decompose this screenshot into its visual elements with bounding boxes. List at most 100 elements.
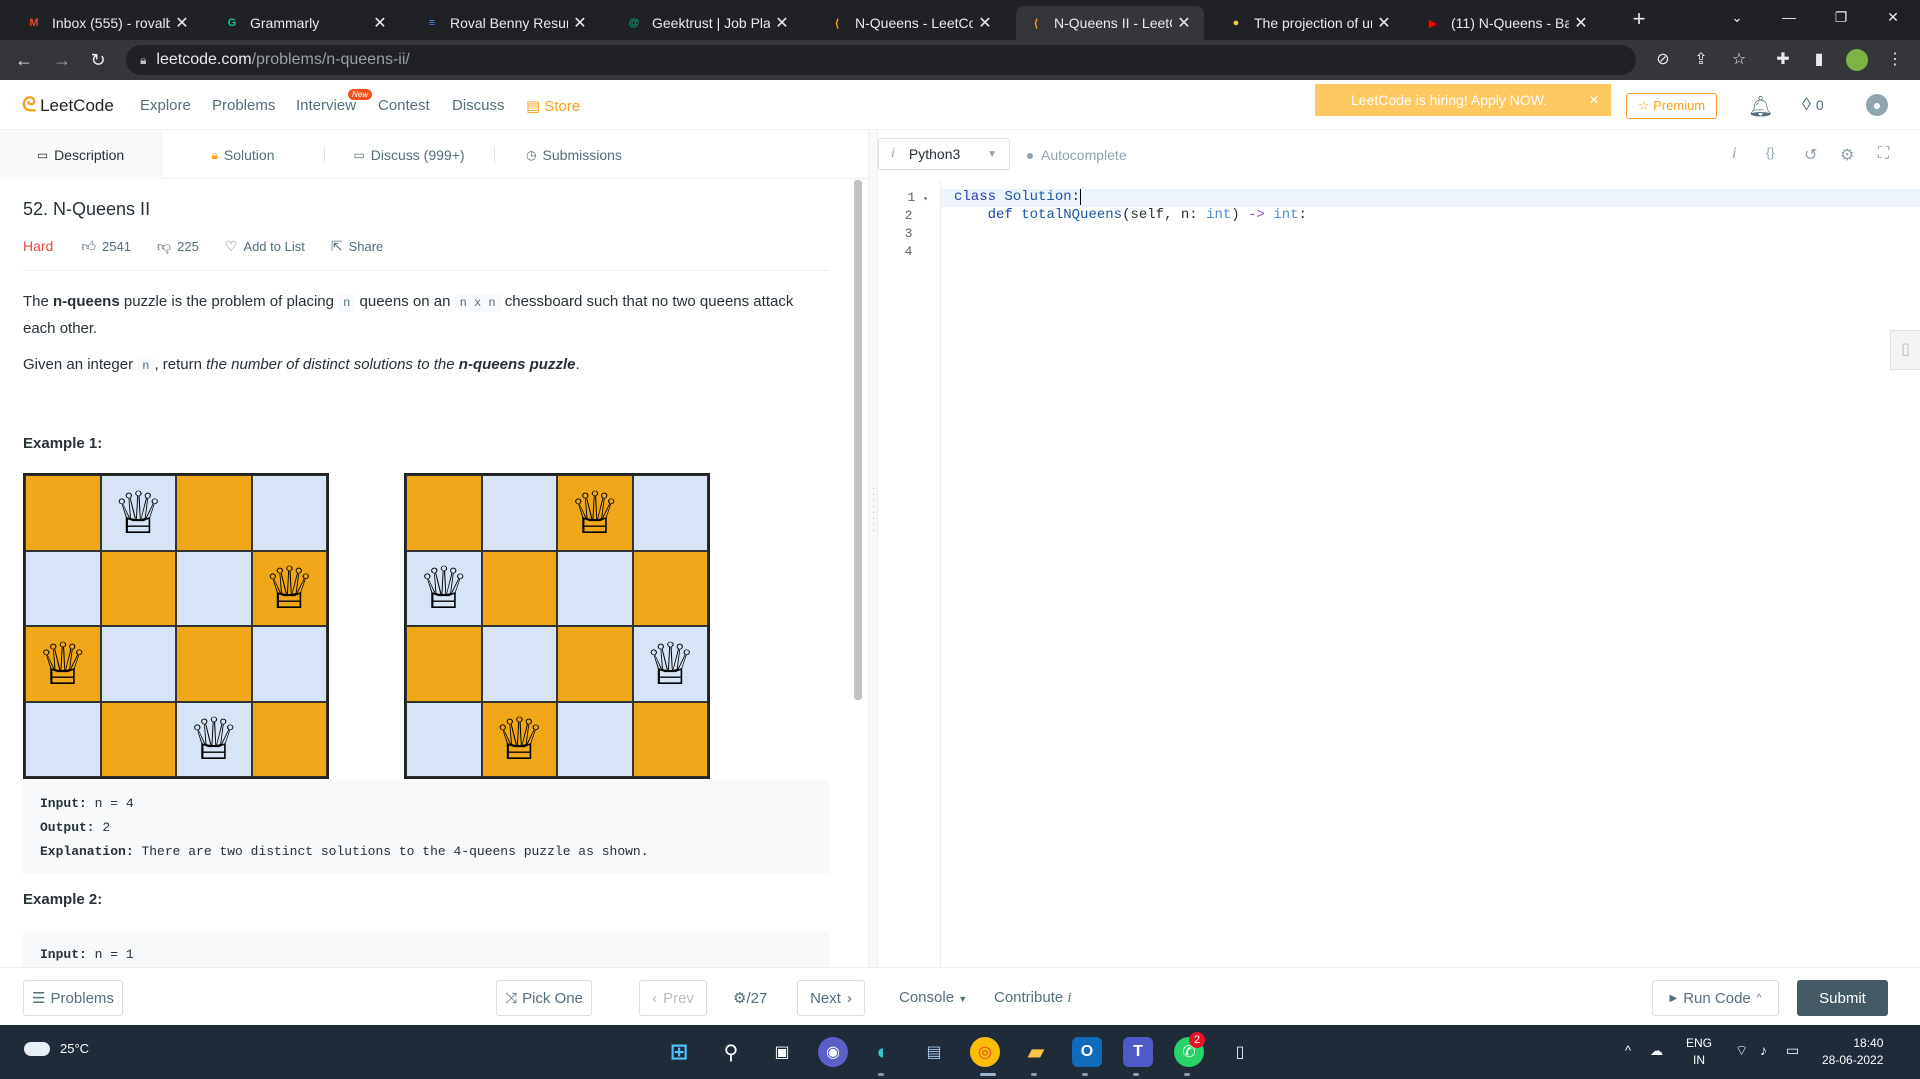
volume-icon[interactable]: ♪ bbox=[1760, 1042, 1767, 1059]
browser-tab[interactable]: G Grammarly ✕ bbox=[212, 6, 400, 40]
run-code-button[interactable]: ▶ Run Code ^ bbox=[1652, 980, 1779, 1016]
teams-icon[interactable]: T bbox=[1123, 1037, 1153, 1067]
problems-list-button[interactable]: ☰ Problems bbox=[23, 980, 123, 1016]
share-icon[interactable]: ⇪ bbox=[1690, 49, 1712, 71]
chrome-menu-icon[interactable]: ⋮ bbox=[1884, 49, 1906, 71]
tab-solution-label: Solution bbox=[223, 147, 275, 163]
language-select[interactable]: i Python3 ▼ bbox=[878, 138, 1010, 170]
close-tab-icon[interactable]: ✕ bbox=[977, 13, 993, 33]
prev-button[interactable]: ‹ Prev bbox=[639, 980, 707, 1016]
braces-icon[interactable]: {} bbox=[1766, 145, 1775, 160]
windows-start-icon[interactable]: ⊞ bbox=[664, 1037, 694, 1067]
browser-tab[interactable]: ≡ Roval Benny Resume✕ bbox=[412, 6, 600, 40]
restore-button[interactable]: ❐ bbox=[1818, 0, 1864, 34]
file-explorer-icon[interactable]: ▰ bbox=[1021, 1037, 1051, 1067]
nav-contest[interactable]: Contest bbox=[378, 97, 430, 114]
search-icon[interactable]: ⚲ bbox=[716, 1037, 746, 1067]
submit-button[interactable]: Submit bbox=[1797, 980, 1888, 1016]
nav-explore[interactable]: Explore bbox=[140, 97, 191, 114]
photos-icon[interactable]: ▤ bbox=[919, 1037, 949, 1067]
wifi-icon[interactable]: ⌔ bbox=[1735, 1042, 1748, 1059]
description-scrollbar[interactable] bbox=[854, 180, 862, 700]
date: 28-06-2022 bbox=[1822, 1053, 1884, 1067]
bookmark-star-icon[interactable]: ☆ bbox=[1728, 49, 1750, 71]
browser-tab[interactable]: @ Geektrust | Job Platfo✕ bbox=[614, 6, 802, 40]
contribute-link[interactable]: Contribute i bbox=[994, 989, 1072, 1007]
like-button[interactable]: 👍︎ 2541 bbox=[81, 238, 131, 255]
close-tab-icon[interactable]: ✕ bbox=[774, 13, 790, 33]
tab-submissions[interactable]: ◷ Submissions bbox=[494, 131, 654, 179]
problem-counter[interactable]: ⚙︎/27 bbox=[733, 989, 767, 1007]
tab-discuss[interactable]: ▭ Discuss (999+) bbox=[324, 131, 494, 179]
hiring-banner[interactable]: LeetCode is hiring! Apply NOW. ✕ bbox=[1315, 84, 1611, 116]
nav-discuss[interactable]: Discuss bbox=[452, 97, 505, 114]
close-window-button[interactable]: ✕ bbox=[1870, 0, 1916, 34]
premium-button[interactable]: ☆ Premium bbox=[1626, 93, 1717, 119]
browser-tab[interactable]: ⟨ N-Queens II - LeetCo✕ bbox=[1016, 6, 1204, 40]
weather-widget[interactable]: 25°C bbox=[24, 1041, 89, 1056]
notepad-icon[interactable]: ▯ bbox=[1225, 1037, 1255, 1067]
board-square bbox=[632, 550, 708, 626]
language-indicator[interactable]: ENG IN bbox=[1686, 1035, 1712, 1069]
close-tab-icon[interactable]: ✕ bbox=[1176, 13, 1192, 33]
task-view-icon[interactable]: ▣ bbox=[767, 1037, 797, 1067]
side-panel-icon[interactable]: ▮ bbox=[1808, 49, 1830, 71]
close-tab-icon[interactable]: ✕ bbox=[572, 13, 588, 33]
chrome-icon[interactable]: ◎ bbox=[970, 1037, 1000, 1067]
close-tab-icon[interactable]: ✕ bbox=[174, 13, 190, 33]
info-icon[interactable]: i bbox=[1732, 145, 1736, 163]
code-editor[interactable]: 1 ▾ 2 3 4 class Solution: def totalNQuee… bbox=[878, 180, 1920, 967]
forward-icon[interactable]: → bbox=[50, 48, 74, 72]
difficulty-badge: Hard bbox=[23, 238, 54, 254]
close-icon[interactable]: ✕ bbox=[1589, 93, 1599, 107]
close-tab-icon[interactable]: ✕ bbox=[372, 13, 388, 33]
url-field[interactable]: 🔒︎ leetcode.com/problems/n-queens-ii/ bbox=[126, 45, 1636, 75]
reload-icon[interactable]: ↻ bbox=[86, 48, 110, 72]
fullscreen-icon[interactable]: ⛶ bbox=[1878, 145, 1889, 163]
outlook-icon[interactable]: O bbox=[1072, 1037, 1102, 1067]
user-avatar-icon[interactable]: ● bbox=[1866, 94, 1888, 116]
problem-description: 52. N-Queens II Hard 👍︎ 2541 👎︎ 225 ♡ Add t… bbox=[0, 180, 858, 967]
browser-tab[interactable]: ● The projection of un ✕ bbox=[1216, 6, 1404, 40]
browser-tab[interactable]: ⟨ N-Queens - LeetCod ✕ bbox=[817, 6, 1005, 40]
new-tab-button[interactable]: + bbox=[1626, 6, 1652, 32]
extensions-icon[interactable]: ✚ bbox=[1772, 49, 1794, 71]
nav-interview[interactable]: Interview bbox=[296, 97, 356, 114]
nav-store[interactable]: ▤ Store bbox=[526, 97, 580, 115]
back-icon[interactable]: ← bbox=[12, 48, 36, 72]
dislike-button[interactable]: 👎︎ 225 bbox=[157, 238, 199, 255]
edge-icon[interactable]: ◐ bbox=[868, 1037, 898, 1067]
tab-description[interactable]: ▭ Description bbox=[0, 131, 162, 179]
eye-off-icon[interactable]: ⊘ bbox=[1652, 49, 1674, 71]
tab-search-icon[interactable]: ⌄ bbox=[1714, 0, 1760, 34]
add-to-list-button[interactable]: ♡ Add to List bbox=[225, 238, 305, 255]
browser-tab[interactable]: M Inbox (555) - rovalbe ✕ bbox=[14, 6, 202, 40]
nav-problems[interactable]: Problems bbox=[212, 97, 275, 114]
profile-avatar[interactable] bbox=[1846, 49, 1868, 71]
close-tab-icon[interactable]: ✕ bbox=[1573, 13, 1589, 33]
share-button[interactable]: ⇱ Share bbox=[331, 238, 383, 255]
output-value: 2 bbox=[102, 820, 111, 835]
notes-side-button[interactable]: ▯ bbox=[1890, 330, 1920, 370]
clock[interactable]: 18:40 28-06-2022 bbox=[1822, 1035, 1883, 1069]
onedrive-icon[interactable]: ☁ bbox=[1650, 1042, 1663, 1059]
reset-icon[interactable]: ↺ bbox=[1804, 145, 1817, 165]
console-toggle[interactable]: Console ▼ bbox=[899, 989, 967, 1006]
leetcode-logo[interactable]: ᘓ LeetCode bbox=[22, 94, 114, 117]
streak-counter[interactable]: ◊ 0 bbox=[1802, 94, 1824, 115]
close-tab-icon[interactable]: ✕ bbox=[1376, 13, 1392, 33]
tray-overflow-icon[interactable]: ^ bbox=[1625, 1042, 1631, 1059]
minimize-button[interactable]: — bbox=[1766, 0, 1812, 34]
pick-one-button[interactable]: ⤨ Pick One bbox=[496, 980, 592, 1016]
battery-icon[interactable]: ▭ bbox=[1786, 1042, 1799, 1059]
settings-icon[interactable]: ⚙ bbox=[1840, 145, 1854, 165]
panel-resize-handle[interactable]: · · · · · · · · bbox=[868, 131, 878, 967]
bell-icon[interactable]: 🔔︎ bbox=[1748, 94, 1773, 119]
next-button[interactable]: Next › bbox=[797, 980, 865, 1016]
browser-tab[interactable]: ▶ (11) N-Queens - Bac ✕ bbox=[1413, 6, 1601, 40]
problems-label: Problems bbox=[50, 989, 114, 1007]
chessboard-solution-1: ♕ ♕ ♕ ♕ bbox=[23, 473, 329, 779]
autocomplete-toggle[interactable]: Autocomplete bbox=[1027, 147, 1127, 163]
tab-solution[interactable]: 🔒︎ Solution bbox=[162, 131, 324, 179]
chat-icon[interactable]: ◉ bbox=[818, 1037, 848, 1067]
